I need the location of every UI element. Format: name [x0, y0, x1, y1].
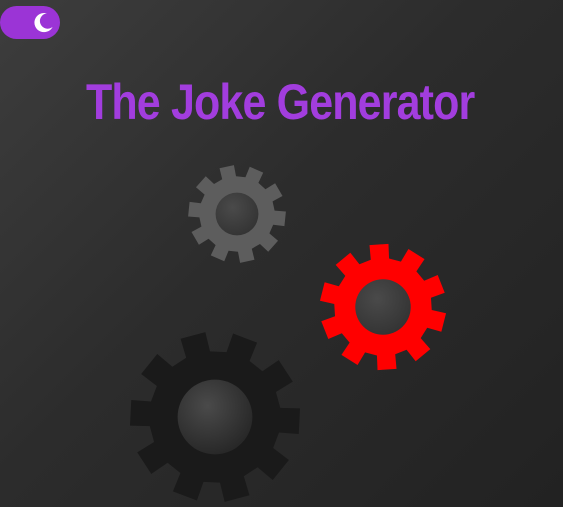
moon-icon	[32, 11, 55, 34]
gear-red-icon[interactable]	[317, 241, 449, 373]
theme-toggle[interactable]	[0, 6, 60, 39]
gear-hub	[355, 279, 411, 335]
gear-hub	[215, 192, 259, 236]
gear-black-icon[interactable]	[126, 328, 304, 506]
page-title: The Joke Generator	[86, 74, 475, 130]
gear-hub	[177, 379, 253, 455]
gear-gray-icon[interactable]	[186, 163, 288, 265]
